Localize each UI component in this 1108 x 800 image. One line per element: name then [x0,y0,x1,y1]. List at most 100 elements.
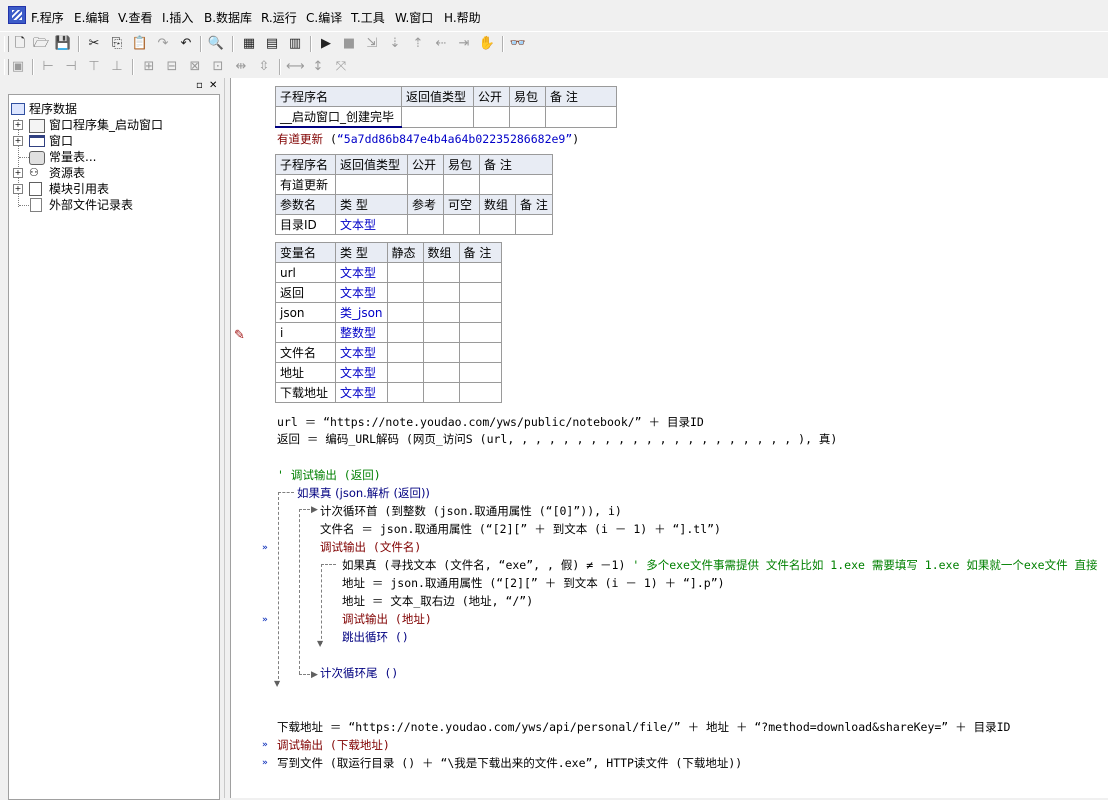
param-name[interactable]: 目录ID [275,214,336,235]
align-right-icon[interactable]: ⊣ [62,58,80,76]
cut-icon[interactable]: ✂ [85,35,103,53]
undo-icon[interactable]: ↶ [177,35,195,53]
tree-item-form-class[interactable]: + 窗口程序集_启动窗口 [13,117,213,133]
comment-line[interactable]: ' 调试输出 (返回) [277,468,381,482]
param-header: 类 型 [335,194,408,215]
step-into-icon[interactable]: ⇣ [386,35,404,53]
tree-item-external-files[interactable]: 外部文件记录表 [13,197,213,213]
code-line[interactable]: url ＝ “https://note.youdao.com/yws/publi… [277,415,704,429]
code-line[interactable]: 计次循环尾 () [320,666,398,680]
class-module-icon [29,119,45,133]
pane-close-icon[interactable]: ✕ [209,80,217,91]
table-row[interactable]: 返回 文本型 [275,282,502,303]
find-icon[interactable]: 🔍 [207,35,225,53]
expand-icon[interactable]: + [13,184,23,194]
breakpoint-icon[interactable]: » [262,543,268,553]
code-line[interactable]: 跳出循环 () [342,630,409,644]
same-height-icon[interactable]: ⊡ [209,58,227,76]
space-h-icon[interactable]: ⇹ [232,58,250,76]
expand-icon[interactable]: + [13,168,23,178]
menu-window[interactable]: W.窗口 [395,11,433,25]
col-header: 备 注 [458,242,502,263]
align-toolbar: ▣ ⊢ ⊣ ⊤ ⊥ ⊞ ⊟ ⊠ ⊡ ⇹ ⇳ ⟷ ↕ ⤧ [0,55,1108,80]
save-icon[interactable]: 💾 [54,35,72,53]
size-width-icon[interactable]: ⟷ [286,58,305,76]
table-row[interactable]: 下载地址 文本型 [275,382,502,403]
sub2-name[interactable]: 有道更新 [275,174,336,195]
menu-help[interactable]: H.帮助 [444,11,481,25]
code-line[interactable]: 返回 ＝ 编码_URL解码 (网页_访问S (url, , , , , , , … [277,432,837,446]
col-header: 变量名 [275,242,336,263]
layout1-icon[interactable]: ▦ [240,35,258,53]
space-v-icon[interactable]: ⇳ [255,58,273,76]
table-row[interactable]: 地址 文本型 [275,362,502,383]
sub1-name[interactable]: __启动窗口_创建完毕 [275,106,402,128]
breakpoint-icon[interactable]: » [262,615,268,625]
code-line[interactable]: 如果真 (json.解析 (返回)) [297,486,430,500]
step-back-icon[interactable]: ⇠ [432,35,450,53]
code-line[interactable]: 调试输出 (下载地址) [277,738,390,752]
step-over-icon[interactable]: ⇲ [363,35,381,53]
expand-icon[interactable]: + [13,120,23,130]
code-line[interactable]: 计次循环首 (到整数 (json.取通用属性 (“[0]”)), i) [320,504,622,518]
menu-compile[interactable]: C.编译 [306,11,342,25]
menu-program[interactable]: F.程序 [31,11,64,25]
menu-tools[interactable]: T.工具 [351,11,385,25]
breakpoint-icon[interactable]: » [262,758,268,768]
param-type[interactable]: 文本型 [335,214,408,235]
call-line[interactable]: 有道更新 (“5a7dd86b847e4b4a64b02235286682e9”… [277,132,579,146]
center-h-icon[interactable]: ⊞ [140,58,158,76]
table-row[interactable]: i 整数型 [275,322,502,343]
expand-icon[interactable]: + [13,136,23,146]
col-header: 子程序名 [275,86,402,107]
code-line[interactable]: 如果真 (寻找文本 (文件名, “exe”, , 假) ≠ －1) ' 多个ex… [342,558,1108,572]
code-line[interactable]: 地址 ＝ json.取通用属性 (“[2][” ＋ 到文本 (i － 1) ＋ … [342,576,725,590]
tree-item-window[interactable]: + 窗口 [13,133,213,149]
layout2-icon[interactable]: ▤ [263,35,281,53]
code-line[interactable]: 下载地址 ＝ “https://note.youdao.com/yws/api/… [277,720,1010,734]
menu-insert[interactable]: I.插入 [162,11,193,25]
align-top-icon[interactable]: ⊤ [85,58,103,76]
code-line[interactable]: 调试输出 (地址) [342,612,432,626]
code-editor[interactable]: 子程序名 返回值类型 公开 易包 备 注 __启动窗口_创建完毕 有道更新 (“… [250,78,1108,798]
tree-item-constants[interactable]: 常量表... [13,149,213,165]
menu-database[interactable]: B.数据库 [204,11,252,25]
table-row[interactable]: 文件名 文本型 [275,342,502,363]
editor-gutter[interactable] [230,78,251,798]
redo-icon[interactable]: ↷ [154,35,172,53]
align-grid-icon[interactable]: ▣ [9,58,27,76]
code-line[interactable]: 调试输出 (文件名) [320,540,421,554]
breakpoint-icon[interactable]: » [262,740,268,750]
run-to-cursor-icon[interactable]: ⇥ [455,35,473,53]
open-folder-icon[interactable]: 🗁 [32,35,50,53]
code-line[interactable]: 地址 ＝ 文本_取右边 (地址, “/”) [342,594,533,608]
align-bottom-icon[interactable]: ⊥ [108,58,126,76]
module-icon [29,182,42,196]
new-file-icon[interactable]: 🗋 [11,35,29,53]
code-line[interactable]: 写到文件 (取运行目录 () ＋ “\我是下载出来的文件.exe”, HTTP读… [277,756,742,770]
copy-icon[interactable]: ⎘ [108,35,126,53]
run-icon[interactable]: ▶ [317,35,335,53]
stop-icon[interactable]: ■ [340,35,358,53]
size-both-icon[interactable]: ⤧ [332,58,350,76]
center-v-icon[interactable]: ⊟ [163,58,181,76]
paste-icon[interactable]: 📋 [131,35,149,53]
layout3-icon[interactable]: ▥ [286,35,304,53]
pane-pin-icon[interactable]: ▫ [196,80,203,91]
tree-item-module-refs[interactable]: + 模块引用表 [13,181,213,197]
binoculars-icon[interactable]: 👓 [509,35,527,53]
table-row[interactable]: json 类_json [275,302,502,323]
menu-edit[interactable]: E.编辑 [74,11,109,25]
col-header: 易包 [509,86,546,107]
size-height-icon[interactable]: ↕ [309,58,327,76]
menu-view[interactable]: V.查看 [118,11,152,25]
align-left-icon[interactable]: ⊢ [39,58,57,76]
same-width-icon[interactable]: ⊠ [186,58,204,76]
code-line[interactable]: 文件名 ＝ json.取通用属性 (“[2][” ＋ 到文本 (i － 1) ＋… [320,522,721,536]
hand-icon[interactable]: ✋ [478,35,496,53]
tree-item-resources[interactable]: + ⚇ 资源表 [13,165,213,181]
step-out-icon[interactable]: ⇡ [409,35,427,53]
param-header: 参考 [407,194,444,215]
menu-run[interactable]: R.运行 [261,11,297,25]
table-row[interactable]: url 文本型 [275,262,502,283]
